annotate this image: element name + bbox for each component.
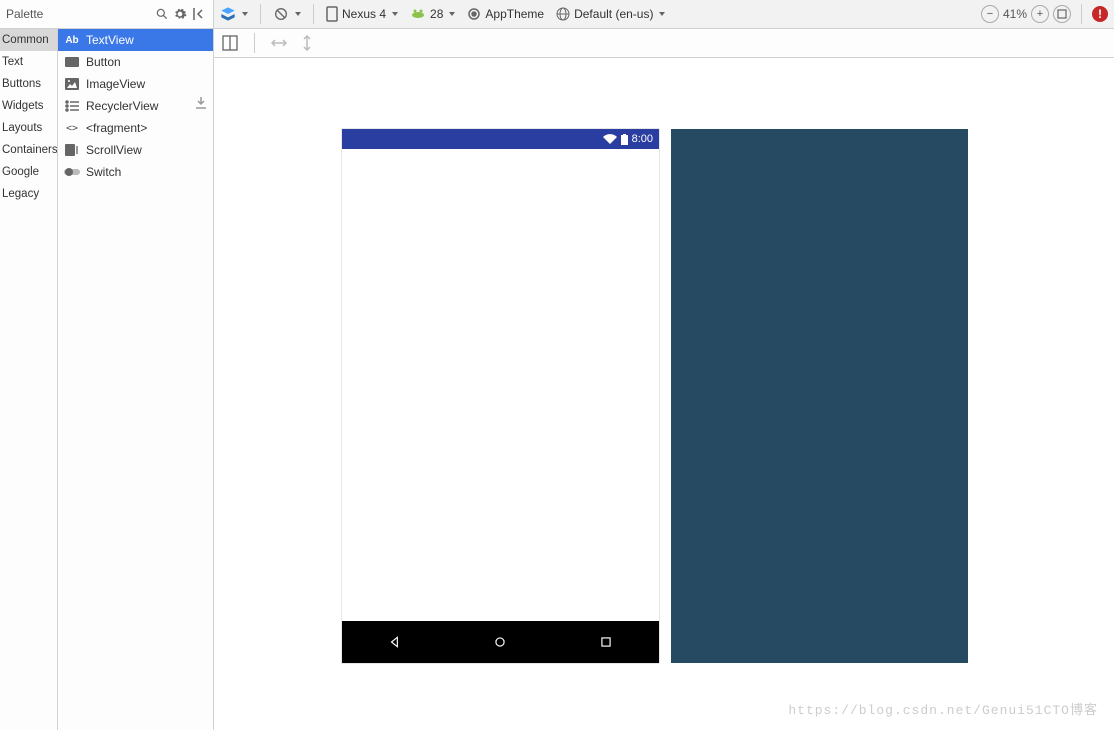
device-preview-blueprint[interactable] — [671, 129, 968, 663]
palette-component-imageview[interactable]: ImageView — [58, 73, 213, 95]
image-icon — [64, 76, 80, 92]
pan-vertical-icon[interactable] — [297, 33, 317, 53]
zoom-out-button[interactable]: − — [981, 5, 999, 23]
locale-selector[interactable]: Default (en-us) — [550, 0, 671, 28]
error-indicator-icon[interactable]: ! — [1092, 6, 1108, 22]
design-toolbar: Nexus 4 28 AppTheme Default (en-us) − 41… — [214, 0, 1114, 29]
status-time: 8:00 — [632, 133, 653, 145]
device-label: Nexus 4 — [342, 7, 386, 21]
palette-category-widgets[interactable]: Widgets — [0, 95, 57, 117]
palette-body: Common Text Buttons Widgets Layouts Cont… — [0, 29, 213, 730]
nav-recents-icon — [599, 635, 613, 649]
list-icon — [64, 98, 80, 114]
palette-category-containers[interactable]: Containers — [0, 139, 57, 161]
wifi-icon — [603, 134, 617, 144]
zoom-fit-button[interactable] — [1053, 5, 1071, 23]
button-icon — [64, 54, 80, 70]
palette-component-recyclerview[interactable]: RecyclerView — [58, 95, 213, 117]
component-label: ScrollView — [86, 143, 142, 157]
preview-container: 8:00 — [342, 129, 968, 663]
component-label: Button — [86, 55, 121, 69]
palette-category-buttons[interactable]: Buttons — [0, 73, 57, 95]
design-canvas[interactable]: 8:00 https://blog.csdn.net/Genui51CTO博客 — [214, 58, 1114, 730]
pan-horizontal-icon[interactable] — [269, 33, 289, 53]
zoom-value: 41% — [1003, 7, 1027, 21]
nav-home-icon — [493, 635, 507, 649]
device-status-bar: 8:00 — [342, 129, 659, 149]
fragment-icon: <> — [64, 120, 80, 136]
palette-category-list: Common Text Buttons Widgets Layouts Cont… — [0, 29, 58, 730]
text-ab-icon: Ab — [64, 32, 80, 48]
palette-component-button[interactable]: Button — [58, 51, 213, 73]
watermark-text: https://blog.csdn.net/Genui51CTO博客 — [788, 699, 1098, 718]
palette-category-text[interactable]: Text — [0, 51, 57, 73]
api-selector[interactable]: 28 — [404, 0, 461, 28]
theme-label: AppTheme — [485, 7, 544, 21]
collapse-icon[interactable] — [189, 5, 207, 23]
palette-header: Palette — [0, 0, 213, 29]
palette-category-common[interactable]: Common — [0, 29, 57, 51]
component-label: ImageView — [86, 77, 145, 91]
nav-back-icon — [388, 635, 402, 649]
palette-panel: Palette Common Text Buttons Widgets Layo… — [0, 0, 214, 730]
component-label: RecyclerView — [86, 99, 158, 113]
palette-title: Palette — [6, 7, 43, 21]
device-nav-bar — [342, 621, 659, 663]
blueprint-toggle-icon[interactable] — [220, 33, 240, 53]
component-label: TextView — [86, 33, 134, 47]
device-preview-design[interactable]: 8:00 — [342, 129, 659, 663]
palette-category-layouts[interactable]: Layouts — [0, 117, 57, 139]
scroll-icon — [64, 142, 80, 158]
component-label: Switch — [86, 165, 121, 179]
device-selector[interactable]: Nexus 4 — [320, 0, 404, 28]
palette-component-scrollview[interactable]: ScrollView — [58, 139, 213, 161]
orientation-button[interactable] — [267, 0, 307, 28]
palette-component-textview[interactable]: Ab TextView — [58, 29, 213, 51]
palette-component-list: Ab TextView Button ImageView RecyclerVi — [58, 29, 213, 730]
switch-icon — [64, 164, 80, 180]
design-toolbar-secondary — [214, 29, 1114, 58]
battery-icon — [621, 134, 628, 145]
palette-component-fragment[interactable]: <> <fragment> — [58, 117, 213, 139]
locale-label: Default (en-us) — [574, 7, 653, 21]
design-surface-button[interactable] — [214, 0, 254, 28]
download-icon[interactable] — [195, 97, 207, 109]
zoom-in-button[interactable]: + — [1031, 5, 1049, 23]
theme-selector[interactable]: AppTheme — [461, 0, 550, 28]
component-label: <fragment> — [86, 121, 147, 135]
search-icon[interactable] — [153, 5, 171, 23]
gear-icon[interactable] — [171, 5, 189, 23]
api-label: 28 — [430, 7, 443, 21]
zoom-controls: − 41% + ! — [981, 4, 1114, 24]
design-editor: Nexus 4 28 AppTheme Default (en-us) − 41… — [214, 0, 1114, 730]
palette-category-google[interactable]: Google — [0, 161, 57, 183]
palette-component-switch[interactable]: Switch — [58, 161, 213, 183]
palette-category-legacy[interactable]: Legacy — [0, 183, 57, 205]
